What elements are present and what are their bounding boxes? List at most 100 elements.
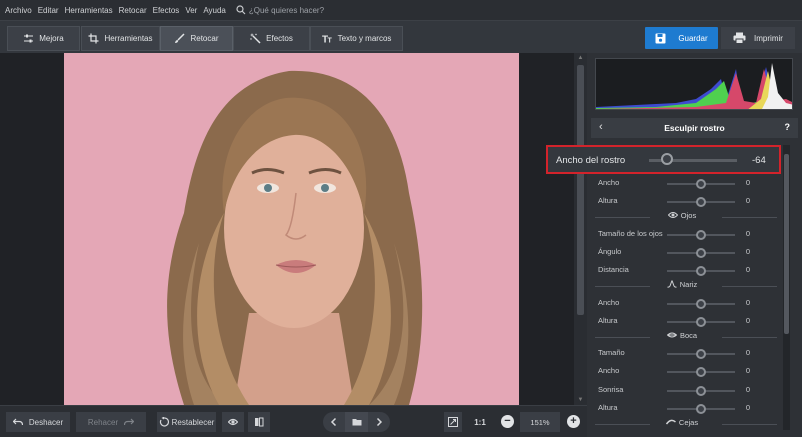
search-box[interactable]: ¿Qué quieres hacer? xyxy=(236,5,324,15)
tab-label: Retocar xyxy=(190,34,219,43)
tab-label: Efectos xyxy=(266,34,293,43)
canvas-scrollbar[interactable]: ▲ ▼ xyxy=(574,53,587,405)
reset-button[interactable]: Restablecer xyxy=(157,412,216,432)
redo-icon xyxy=(124,418,135,426)
search-placeholder: ¿Qué quieres hacer? xyxy=(248,5,325,15)
actual-size-button[interactable]: 1:1 xyxy=(470,412,490,432)
scroll-up-icon[interactable]: ▲ xyxy=(577,55,584,61)
eyebrow-icon xyxy=(665,419,676,425)
redo-label: Rehacer xyxy=(87,417,119,427)
svg-text:T: T xyxy=(327,38,332,45)
canvas-scrollbar-thumb[interactable] xyxy=(577,65,584,315)
slider-label: Tamaño xyxy=(598,348,625,357)
undo-icon xyxy=(12,418,23,426)
slider-label: Ancho xyxy=(598,366,620,375)
slider-knob[interactable] xyxy=(696,179,706,189)
tab-texto-y-marcos[interactable]: TT Texto y marcos xyxy=(310,26,403,51)
zoom-in-button[interactable]: + xyxy=(567,415,580,428)
zoom-out-button[interactable]: − xyxy=(501,415,514,428)
section-cejas: Cejas xyxy=(587,418,777,430)
tab-herramientas[interactable]: Herramientas xyxy=(81,26,160,51)
slider-label: Altura xyxy=(598,403,618,412)
compare-button[interactable] xyxy=(248,412,270,432)
menu-retocar[interactable]: Retocar xyxy=(119,6,147,15)
slider-label: Ancho xyxy=(598,178,620,187)
slider-knob[interactable] xyxy=(696,266,706,276)
slider-knob[interactable] xyxy=(696,349,706,359)
slider-value: 0 xyxy=(745,196,751,205)
next-image-button[interactable] xyxy=(368,412,390,432)
menu-ayuda[interactable]: Ayuda xyxy=(203,6,226,15)
slider-row-nariz-ancho: Ancho 0 xyxy=(587,298,802,310)
slider-value: 0 xyxy=(745,178,751,187)
zoom-level: 151% xyxy=(520,412,560,432)
slider-row-boca-ancho: Ancho 0 xyxy=(587,366,802,378)
tab-efectos[interactable]: Efectos xyxy=(233,26,310,51)
slider-value: 0 xyxy=(745,316,751,325)
undo-label: Deshacer xyxy=(28,417,64,427)
undo-button[interactable]: Deshacer xyxy=(6,412,70,432)
menu-efectos[interactable]: Efectos xyxy=(153,6,180,15)
slider-knob[interactable] xyxy=(696,367,706,377)
text-icon: TT xyxy=(322,35,333,45)
slider-knob[interactable] xyxy=(696,248,706,258)
section-title: Ojos xyxy=(587,211,777,220)
sliders-icon xyxy=(24,34,34,43)
menu-ver[interactable]: Ver xyxy=(185,6,197,15)
canvas-area: ▲ ▼ xyxy=(0,53,587,405)
chevron-left-icon xyxy=(330,417,337,427)
eye-icon xyxy=(667,212,678,218)
preview-button[interactable] xyxy=(222,412,244,432)
slider-knob[interactable] xyxy=(696,299,706,309)
menu-herramientas[interactable]: Herramientas xyxy=(65,6,113,15)
brush-icon xyxy=(175,33,186,43)
slider-row-distancia: Distancia 0 xyxy=(587,265,802,277)
previous-image-button[interactable] xyxy=(323,412,345,432)
tab-mejora[interactable]: Mejora xyxy=(7,26,80,51)
slider-knob[interactable] xyxy=(696,230,706,240)
lips-icon xyxy=(666,332,678,338)
tab-label: Texto y marcos xyxy=(337,34,392,43)
section-title: Cejas xyxy=(587,418,777,427)
divider xyxy=(722,217,777,218)
slider-value: 0 xyxy=(745,247,751,256)
slider-knob[interactable] xyxy=(696,386,706,396)
fit-to-screen-button[interactable] xyxy=(444,412,462,432)
menu-archivo[interactable]: Archivo xyxy=(5,6,32,15)
slider-knob[interactable] xyxy=(696,404,706,414)
crop-icon xyxy=(88,33,99,44)
menu-editar[interactable]: Editar xyxy=(38,6,59,15)
search-icon xyxy=(236,5,246,15)
slider-row-angulo: Ángulo 0 xyxy=(587,247,802,259)
panel-scrollbar-thumb[interactable] xyxy=(784,154,789,334)
tab-retocar[interactable]: Retocar xyxy=(160,26,233,51)
redo-button[interactable]: Rehacer xyxy=(76,412,146,432)
slider-knob[interactable] xyxy=(696,197,706,207)
fit-screen-icon xyxy=(448,417,458,427)
slider-label: Ancho xyxy=(598,298,620,307)
slider-value: 0 xyxy=(745,348,751,357)
compare-icon xyxy=(255,417,264,427)
section-title: Boca xyxy=(587,331,777,340)
slider-value: 0 xyxy=(745,229,751,238)
open-folder-button[interactable] xyxy=(345,412,368,432)
divider xyxy=(722,424,777,425)
portrait-photo[interactable] xyxy=(64,53,519,405)
reset-label: Restablecer xyxy=(171,417,215,427)
slider-knob[interactable] xyxy=(696,317,706,327)
section-ojos: Ojos xyxy=(587,211,777,223)
slider-label: Tamaño de los ojos xyxy=(598,229,663,238)
divider xyxy=(722,337,777,338)
slider-value: 0 xyxy=(745,298,751,307)
section-boca: Boca xyxy=(587,331,777,343)
slider-value: 0 xyxy=(745,366,751,375)
portrait-illustration xyxy=(167,70,423,405)
section-title: Nariz xyxy=(587,280,777,289)
tab-label: Herramientas xyxy=(104,34,153,43)
divider xyxy=(722,286,777,287)
slider-row-nariz-altura: Altura 0 xyxy=(587,316,802,328)
scroll-down-icon[interactable]: ▼ xyxy=(577,397,584,403)
panel-controls: Ancho 0 Altura 0 Ojos Tamaño de los ojos… xyxy=(587,0,787,437)
panel-scrollbar[interactable] xyxy=(783,145,790,430)
folder-icon xyxy=(352,419,361,426)
